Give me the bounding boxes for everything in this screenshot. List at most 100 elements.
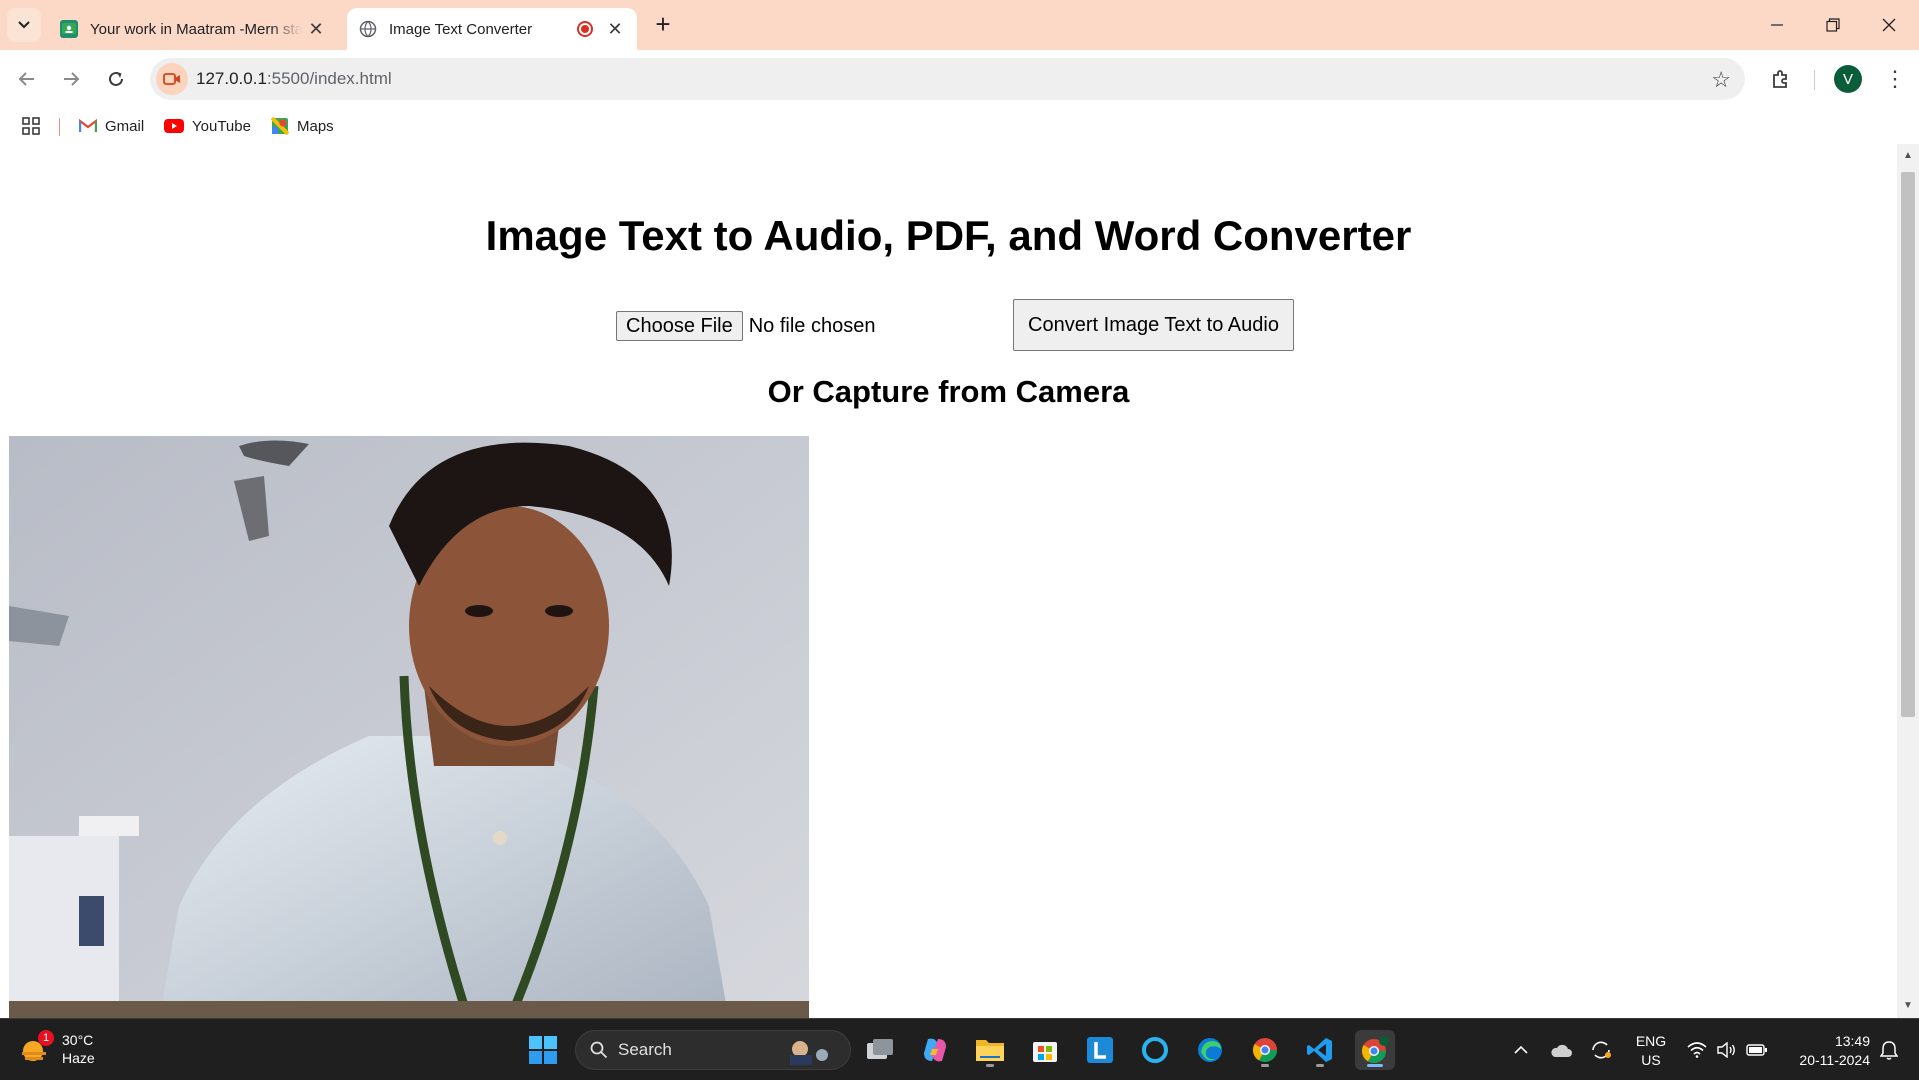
chrome-pinned-button[interactable] xyxy=(1245,1030,1285,1070)
restore-icon xyxy=(1826,18,1840,32)
file-status-text: No file chosen xyxy=(748,314,876,337)
close-window-button[interactable] xyxy=(1861,0,1917,50)
youtube-icon xyxy=(164,119,184,133)
bookmark-star-icon[interactable]: ☆ xyxy=(1711,67,1731,93)
running-indicator xyxy=(1316,1064,1324,1067)
page-scrollbar[interactable]: ▲ ▼ xyxy=(1897,144,1919,1018)
classroom-icon xyxy=(60,20,78,38)
restore-button[interactable] xyxy=(1805,0,1861,50)
vscode-button[interactable] xyxy=(1300,1030,1340,1070)
tab-search-button[interactable] xyxy=(7,8,41,42)
convert-to-audio-button[interactable]: Convert Image Text to Audio xyxy=(1013,299,1294,351)
task-view-icon xyxy=(867,1039,893,1059)
search-label: Search xyxy=(618,1040,672,1059)
close-icon xyxy=(1882,18,1896,32)
windows-taskbar: 1 30°C Haze Search ENG US 13:49 20-11-20… xyxy=(0,1018,1919,1080)
folder-icon xyxy=(976,1040,1004,1061)
wifi-icon xyxy=(1687,1042,1707,1058)
show-hidden-icons-button[interactable] xyxy=(1508,1019,1534,1080)
task-view-button[interactable] xyxy=(860,1030,900,1070)
puzzle-icon xyxy=(1773,70,1787,88)
globe-icon xyxy=(359,20,377,38)
bell-icon xyxy=(1880,1041,1898,1060)
chrome-profile-icon xyxy=(1361,1036,1389,1064)
close-tab-icon[interactable]: ✕ xyxy=(302,15,330,43)
browser-toolbar: 127.0.0.1:5500/index.html ☆ V ⋮ xyxy=(0,50,1919,108)
tab-title: Image Text Converter xyxy=(389,20,533,38)
vscode-icon xyxy=(1307,1038,1332,1062)
start-button[interactable] xyxy=(523,1030,563,1070)
apps-grid-icon xyxy=(22,117,40,135)
search-highlight-icon xyxy=(790,1041,828,1065)
volume-tray[interactable] xyxy=(1714,1019,1740,1080)
tab-maatram[interactable]: Your work in Maatram -Mern stack ✕ xyxy=(48,8,338,50)
close-tab-icon[interactable]: ✕ xyxy=(601,15,629,43)
reload-icon xyxy=(109,71,123,86)
running-indicator xyxy=(986,1064,994,1067)
language-code: ENG xyxy=(1635,1033,1667,1049)
arrow-right-icon xyxy=(64,72,80,86)
apps-button[interactable] xyxy=(22,114,40,138)
bookmark-label: YouTube xyxy=(192,117,251,135)
camera-video-feed xyxy=(9,436,809,1018)
file-input[interactable]: Choose File No file chosen xyxy=(616,311,875,341)
search-icon xyxy=(590,1041,608,1059)
weather-temperature: 30°C xyxy=(62,1032,94,1048)
maps-icon xyxy=(271,117,289,135)
chrome-active-button[interactable] xyxy=(1355,1030,1395,1070)
store-icon xyxy=(1033,1042,1057,1062)
toolbar-divider xyxy=(1814,70,1815,90)
tab-image-text-converter[interactable]: Image Text Converter ✕ xyxy=(347,8,637,50)
address-bar[interactable]: 127.0.0.1:5500/index.html ☆ xyxy=(150,58,1745,100)
minimize-icon xyxy=(1771,24,1783,26)
taskbar-search[interactable]: Search xyxy=(575,1030,851,1070)
active-indicator xyxy=(1367,1064,1383,1067)
scroll-up-icon[interactable]: ▲ xyxy=(1902,150,1914,162)
page-viewport: Image Text to Audio, PDF, and Word Conve… xyxy=(0,144,1897,1018)
clock-time: 13:49 xyxy=(1834,1033,1870,1049)
camera-in-use-icon[interactable] xyxy=(156,63,188,95)
choose-file-button[interactable]: Choose File xyxy=(616,311,743,341)
back-button[interactable] xyxy=(10,62,44,96)
edge-icon xyxy=(1198,1038,1222,1062)
windows-logo-icon xyxy=(529,1036,557,1064)
copilot-icon xyxy=(924,1038,946,1062)
taskbar-clock[interactable]: 13:49 20-11-2024 xyxy=(1780,1032,1870,1070)
new-tab-button[interactable]: + xyxy=(648,10,678,40)
l-app-button[interactable] xyxy=(1080,1030,1120,1070)
language-indicator[interactable]: ENG US xyxy=(1633,1032,1669,1070)
weather-sun-icon: 1 xyxy=(20,1030,54,1064)
tab-title: Your work in Maatram -Mern stack xyxy=(90,20,302,38)
bookmark-youtube[interactable]: YouTube xyxy=(164,114,251,138)
bookmark-label: Maps xyxy=(297,117,334,135)
onedrive-tray[interactable] xyxy=(1548,1019,1574,1080)
sync-tray[interactable] xyxy=(1588,1019,1614,1080)
bookmark-label: Gmail xyxy=(105,117,145,135)
browser-tab-strip: Your work in Maatram -Mern stack ✕ Image… xyxy=(0,0,1919,50)
chevron-down-icon xyxy=(18,21,30,29)
wifi-tray[interactable] xyxy=(1684,1019,1710,1080)
extensions-button[interactable] xyxy=(1764,62,1798,96)
browser-menu-icon[interactable]: ⋮ xyxy=(1880,62,1910,96)
bookmark-maps[interactable]: Maps xyxy=(271,114,334,138)
microsoft-store-button[interactable] xyxy=(1025,1030,1065,1070)
sync-icon xyxy=(1592,1041,1611,1059)
url-text: 127.0.0.1:5500/index.html xyxy=(196,69,392,88)
bookmark-gmail[interactable]: Gmail xyxy=(79,114,144,138)
scroll-down-icon[interactable]: ▼ xyxy=(1902,1000,1914,1012)
cortana-button[interactable] xyxy=(1135,1030,1175,1070)
chrome-icon xyxy=(1252,1038,1277,1063)
profile-avatar[interactable]: V xyxy=(1834,65,1862,93)
notifications-button[interactable] xyxy=(1876,1019,1902,1080)
edge-button[interactable] xyxy=(1190,1030,1230,1070)
battery-tray[interactable] xyxy=(1744,1019,1770,1080)
forward-button[interactable] xyxy=(54,62,88,96)
reload-button[interactable] xyxy=(99,62,133,96)
copilot-button[interactable] xyxy=(915,1030,955,1070)
l-app-icon xyxy=(1087,1037,1113,1063)
scroll-thumb[interactable] xyxy=(1901,172,1915,717)
file-explorer-button[interactable] xyxy=(970,1030,1010,1070)
minimize-button[interactable] xyxy=(1749,0,1805,50)
bookmarks-separator xyxy=(59,118,60,136)
weather-widget[interactable]: 1 30°C Haze xyxy=(20,1030,95,1067)
